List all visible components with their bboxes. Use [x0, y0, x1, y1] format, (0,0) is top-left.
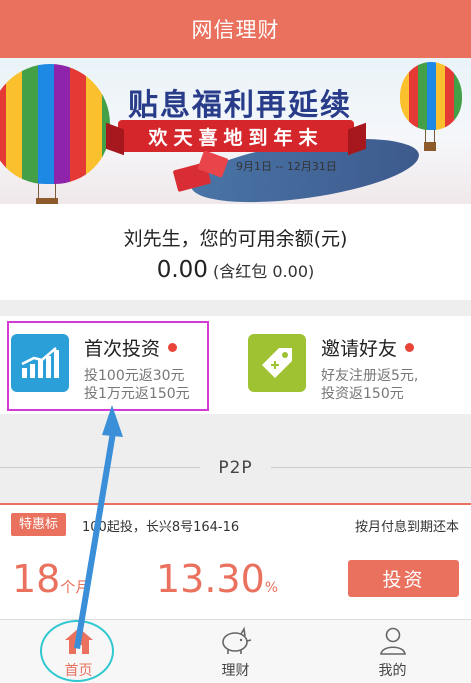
balance-label: 刘先生，您的可用余额(元)	[123, 228, 348, 250]
balance-amount: 0.00	[156, 257, 208, 283]
tab-label: 理财	[221, 663, 250, 679]
tab-mine[interactable]: 我的	[314, 620, 471, 683]
divider	[271, 467, 471, 468]
product-description: 100起投，长兴8号164-16	[82, 520, 240, 535]
p2p-section-header: P2P	[0, 450, 471, 486]
redpacket-amount: (含红包 0.00)	[213, 262, 315, 281]
feature-line: 好友注册返5元,	[321, 368, 419, 384]
product-tag: 特惠标	[11, 513, 67, 536]
tab-label: 我的	[378, 663, 407, 679]
top-bar: 网信理财	[0, 0, 471, 58]
feature-title: 邀请好友	[321, 338, 398, 360]
banner-headline: 贴息福利再延续	[128, 88, 352, 123]
divider	[0, 467, 200, 468]
hot-air-balloon-left-icon	[0, 64, 110, 184]
section-label: P2P	[218, 458, 253, 478]
banner-ribbon-text: 欢天喜地到年末	[148, 126, 324, 149]
piggy-bank-icon	[221, 626, 251, 654]
product-term: 18个月	[12, 557, 90, 609]
page-title: 网信理财	[191, 18, 280, 42]
invite-friends-card[interactable]: 邀请好友 好友注册返5元, 投资返150元	[248, 334, 418, 403]
balloon-rope-right	[425, 128, 435, 142]
rate-unit: %	[264, 580, 279, 596]
balance-panel: 刘先生，您的可用余额(元) 0.00 (含红包 0.00)	[0, 204, 471, 300]
banner-ribbon: 欢天喜地到年末	[118, 120, 354, 152]
promo-banner[interactable]: 贴息福利再延续 欢天喜地到年末 9月1日 -- 12月31日	[0, 58, 471, 204]
tab-finance[interactable]: 理财	[157, 620, 314, 683]
rate-value: 13.30	[156, 557, 265, 601]
banner-dates: 9月1日 -- 12月31日	[236, 160, 337, 173]
balance-amount-row: 0.00 (含红包 0.00)	[0, 257, 471, 283]
tag-icon	[248, 334, 306, 392]
highlight-annotation-box	[7, 321, 209, 411]
balloon-basket-right	[424, 142, 436, 151]
term-value: 18	[12, 557, 61, 601]
term-unit: 个月	[60, 578, 91, 596]
hot-air-balloon-right-icon	[400, 62, 462, 130]
product-rate: 13.30%	[156, 557, 278, 610]
invest-button[interactable]: 投资	[348, 560, 459, 597]
user-icon	[379, 627, 406, 655]
product-card[interactable]: 特惠标 100起投，长兴8号164-16 按月付息到期还本 18个月 13.30…	[0, 503, 471, 619]
notification-dot	[405, 343, 415, 352]
feature-line: 投资返150元	[321, 386, 404, 402]
repayment-method: 按月付息到期还本	[354, 520, 459, 535]
circle-annotation	[40, 620, 114, 682]
